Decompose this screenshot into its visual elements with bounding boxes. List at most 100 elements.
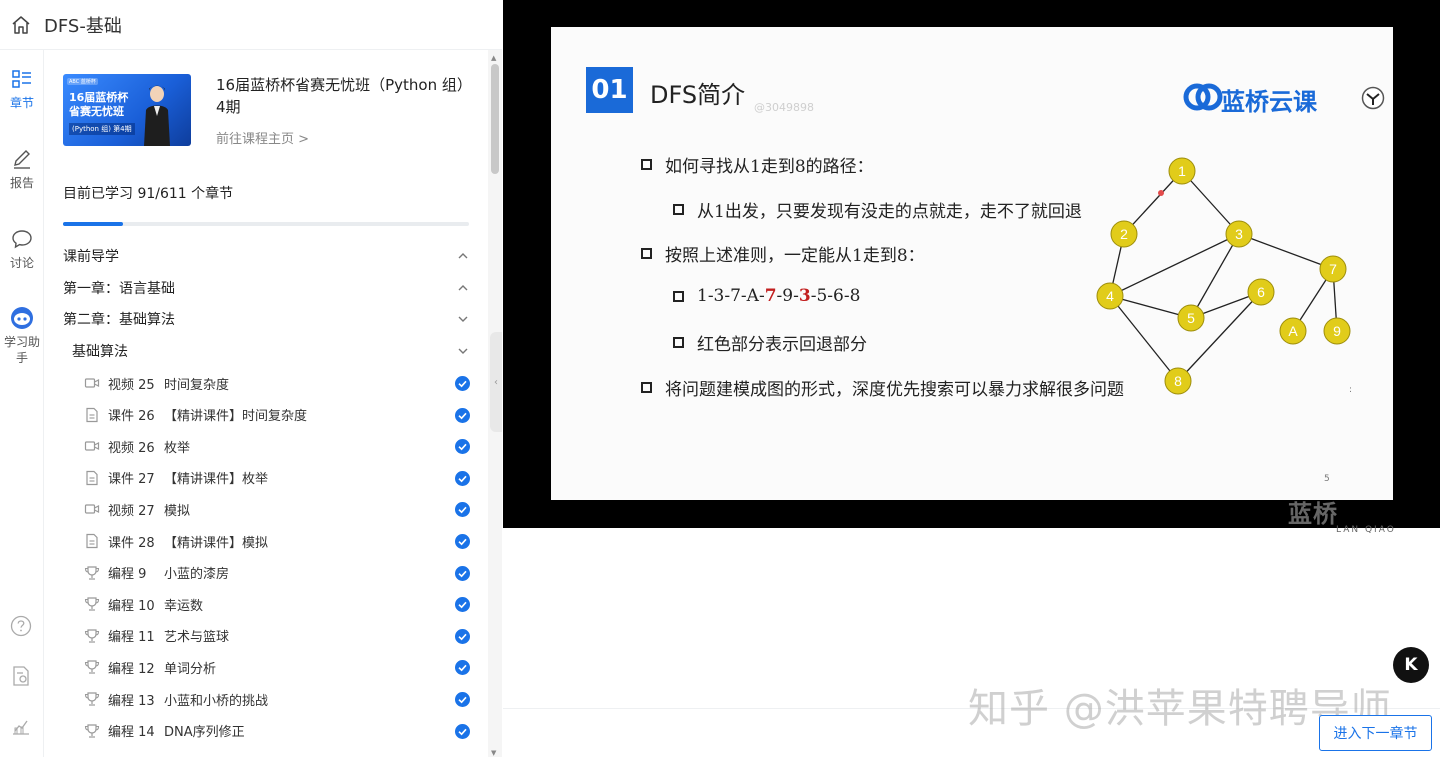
graph-node: 1 [1168,157,1196,185]
chevron-up-icon [458,285,468,291]
lesson-title: 【精讲课件】枚举 [164,472,269,488]
chevron-up-icon [458,253,468,259]
rail-item-chapters[interactable]: 章节 [0,68,44,111]
lesson-title: 单词分析 [164,661,217,677]
lesson-title: DNA序列修正 [164,725,245,741]
bullet-text: 按照上述准则，一定能从1走到8： [665,246,925,266]
scroll-down-arrow-icon[interactable]: ▼ [491,749,496,757]
slide-bullet: 如何寻找从1走到8的路径： [641,152,874,177]
graph-node: 8 [1164,367,1192,395]
chapters-icon [12,70,31,88]
thumb-subtitle: (Python 组) 第4期 [69,123,135,135]
lesson-kind: 编程 12 [108,661,155,677]
bullet-text: 从1出发，只要发现有没走的点就走，走不了就回退 [697,202,1082,222]
slide-bullet: 按照上述准则，一定能从1走到8： [641,241,925,266]
video-watermark: 蓝桥 LAN QIAO [1288,494,1396,535]
rail-item-discuss[interactable]: 讨论 [0,228,44,271]
trophy-icon [84,692,100,706]
edge-3-7 [1238,233,1334,270]
video-icon [84,441,100,451]
path-part: 1-3-7-A- [697,286,765,306]
section-chapter-2[interactable]: 第二章：基础算法 [63,304,469,334]
node-label: 5 [1187,310,1195,326]
lesson-kind: 视频 26 [108,440,155,456]
lesson-row[interactable]: 课件 27 【精讲课件】枚举 [84,463,470,493]
help-icon[interactable] [10,615,32,637]
k-float-button[interactable]: K [1393,647,1429,683]
lesson-kind: 编程 14 [108,725,155,741]
collapse-panel-handle[interactable]: ‹ [490,332,502,432]
instructor-figure [144,85,170,146]
path-part-backtrack: 7 [764,286,777,306]
pencil-icon [14,150,30,169]
chat-bubble-icon [12,230,32,249]
slide-bullet: 将问题建模成图的形式，深度优先搜索可以暴力求解很多问题 [641,375,1124,400]
header: DFS-基础 [0,0,502,50]
lesson-title: 枚举 [164,440,191,456]
lesson-title: 模拟 [164,503,191,519]
lesson-title: 幸运数 [164,598,204,614]
check-circle-icon [455,534,470,549]
path-sequence: 1-3-7-A-7-9-3-5-6-8 [697,286,860,306]
thumb-title: 16届蓝桥杯省赛无忧班 [69,91,129,118]
slide-bullet: 从1出发，只要发现有没走的点就走，走不了就回退 [673,197,1082,222]
lesson-row[interactable]: 编程 10 幸运数 [84,589,470,619]
slide-page-number: 5 [1324,474,1330,484]
rail-item-assistant[interactable]: 学习助手 [2,306,42,366]
lesson-row[interactable]: 编程 13 小蓝和小桥的挑战 [84,684,470,714]
lesson-row[interactable]: 编程 14 DNA序列修正 [84,716,470,746]
slide-bullet-path: 1-3-7-A-7-9-3-5-6-8 [673,286,860,306]
check-circle-icon [455,628,470,644]
slide-number-badge: 01 [586,67,633,113]
lesson-row[interactable]: 视频 25 时间复杂度 [84,368,470,398]
graph-node: A [1279,317,1307,345]
seal-icon [1361,86,1385,110]
check-circle-icon [455,692,470,707]
node-label: 7 [1329,261,1337,277]
bullet-text: 如何寻找从1走到8的路径： [665,157,874,177]
lesson-row[interactable]: 视频 27 模拟 [84,494,470,524]
robot-assistant-icon [11,307,33,329]
path-part: -9- [776,286,799,306]
next-chapter-button[interactable]: 进入下一章节 [1319,715,1432,751]
course-panel: ABC 蓝桥杯 16届蓝桥杯省赛无忧班 (Python 组) 第4期 16届蓝桥… [44,50,488,757]
progress-fill [63,222,124,226]
scroll-up-arrow-icon[interactable]: ▲ [491,54,496,62]
course-thumbnail[interactable]: ABC 蓝桥杯 16届蓝桥杯省赛无忧班 (Python 组) 第4期 [63,74,191,146]
section-chapter-1[interactable]: 第一章：语言基础 [63,273,469,303]
left-rail: 章节 报告 讨论 学习助手 [0,50,44,757]
check-circle-icon [455,597,470,613]
lesson-row[interactable]: 视频 26 枚举 [84,431,470,461]
lesson-row[interactable]: 课件 26 【精讲课件】时间复杂度 [84,400,470,430]
video-player[interactable]: 01 DFS简介 @3049898 蓝桥云课 如何寻找从1走到8的路径： 从1出… [503,0,1440,535]
brand-logo: 蓝桥云课 [1183,79,1385,119]
lesson-row[interactable]: 编程 9 小蓝的漆房 [84,558,470,588]
brand-name: 蓝桥云课 [1221,88,1317,116]
lesson-kind: 视频 27 [108,503,155,519]
document-settings-icon[interactable] [10,665,32,687]
video-watermark-sub: LAN QIAO [1336,525,1396,535]
edge-4-8 [1109,295,1179,382]
bullet-square-icon [641,159,652,170]
section-pre-guide[interactable]: 课前导学 [63,241,469,271]
k-button-label: K [1404,655,1418,675]
trophy-icon [84,565,100,580]
chevron-down-icon [458,316,468,322]
subsection-basic-algorithms[interactable]: 基础算法 [72,336,469,366]
path-part: -5-6-8 [810,286,861,306]
course-home-link[interactable]: 前往课程主页 > [216,128,309,147]
lesson-kind: 课件 26 [108,409,155,425]
section-label: 第二章：基础算法 [63,312,175,328]
slide-watermark: @3049898 [754,101,814,114]
scrollbar-thumb[interactable] [491,64,499,174]
lesson-row[interactable]: 编程 11 艺术与篮球 [84,621,470,651]
home-icon[interactable] [11,15,31,35]
section-label: 课前导学 [63,249,119,265]
chart-icon[interactable] [10,715,32,737]
lesson-row[interactable]: 编程 12 单词分析 [84,652,470,682]
graph-node: 5 [1177,304,1205,332]
lesson-row[interactable]: 课件 28 【精讲课件】模拟 [84,526,470,556]
graph-node: 9 [1323,317,1351,345]
rail-item-report[interactable]: 报告 [0,148,44,191]
edge-3-5 [1190,233,1240,319]
